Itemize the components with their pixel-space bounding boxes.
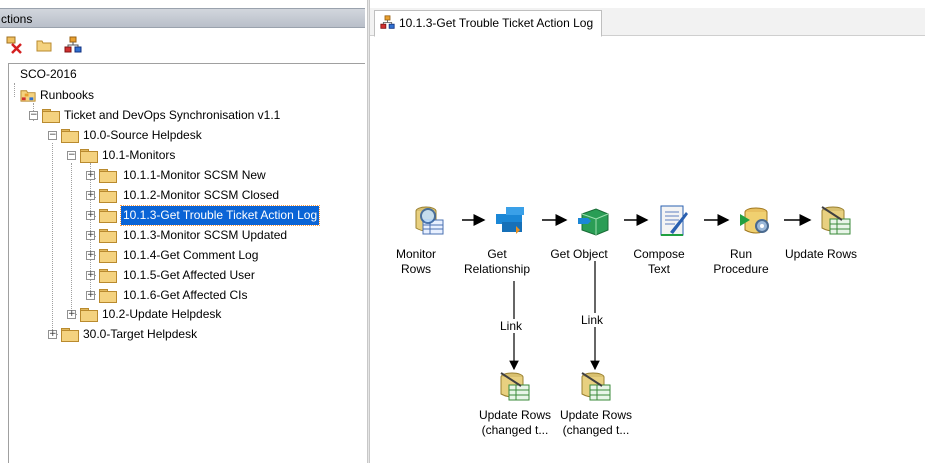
tree-item-label-selected: 10.1.3-Get Trouble Ticket Action Log xyxy=(119,205,321,226)
tab-strip: 10.1.3-Get Trouble Ticket Action Log xyxy=(370,8,925,37)
tree-item-monitors[interactable]: − 10.1-Monitors xyxy=(0,146,360,165)
expand-icon[interactable]: + xyxy=(86,291,95,300)
expand-icon[interactable]: + xyxy=(86,191,95,200)
runbooks-icon xyxy=(20,90,36,102)
runbook-canvas[interactable]: Link Link Monitor Rows Get Relationship … xyxy=(370,36,925,463)
expand-icon[interactable]: + xyxy=(86,211,95,220)
runbook-navigation-panel: ctions SCO-2016 Runbooks − Ticket and De… xyxy=(0,0,367,463)
update-rows-icon xyxy=(581,372,611,401)
link-label: Link xyxy=(581,313,604,327)
expand-icon[interactable]: + xyxy=(86,231,95,240)
tree-item-get-trouble-ticket-action-log[interactable]: + 10.1.3-Get Trouble Ticket Action Log xyxy=(0,205,360,226)
tree-item-label: Ticket and DevOps Synchronisation v1.1 xyxy=(64,108,281,122)
collapse-icon[interactable]: − xyxy=(29,111,38,120)
compose-text-icon xyxy=(660,205,688,236)
folder-icon xyxy=(99,289,117,303)
tree-item-update-helpdesk[interactable]: + 10.2-Update Helpdesk xyxy=(0,305,360,324)
expand-icon[interactable]: + xyxy=(86,251,95,260)
expand-icon[interactable]: + xyxy=(48,330,57,339)
folder-icon xyxy=(42,109,60,123)
tree-item-label: 10.1.5-Get Affected User xyxy=(123,268,255,282)
tree-item-label: 10.1.6-Get Affected CIs xyxy=(123,288,248,302)
tree-item-runbooks[interactable]: Runbooks xyxy=(0,86,360,105)
folder-icon xyxy=(80,149,98,163)
run-procedure-icon xyxy=(740,207,769,234)
tree-item-label: 10.1-Monitors xyxy=(102,148,176,162)
activity-update-rows[interactable]: Update Rows xyxy=(785,200,894,270)
folder-icon xyxy=(99,169,117,183)
toolbar xyxy=(0,33,365,59)
folder-icon xyxy=(99,269,117,283)
tree-item-label: 10.1.1-Monitor SCSM New xyxy=(123,168,266,182)
tree-item-label: 10.0-Source Helpdesk xyxy=(83,128,202,142)
tree-item-label: 30.0-Target Helpdesk xyxy=(83,327,198,341)
activity-label: Update Rows (changed t... xyxy=(559,408,633,437)
collapse-icon[interactable]: − xyxy=(48,131,57,140)
panel-header: ctions xyxy=(0,8,365,28)
tree-item-get-affected-user[interactable]: + 10.1.5-Get Affected User xyxy=(0,266,360,285)
tab-runbook[interactable]: 10.1.3-Get Trouble Ticket Action Log xyxy=(374,10,603,37)
tree-item-label: 10.2-Update Helpdesk xyxy=(102,307,222,321)
folder-icon xyxy=(61,129,79,143)
folder-icon xyxy=(80,308,98,322)
expand-icon[interactable]: + xyxy=(86,171,95,180)
update-rows-icon xyxy=(500,372,530,401)
folder-icon xyxy=(99,209,117,223)
tree-item-ticket-devops-sync[interactable]: − Ticket and DevOps Synchronisation v1.1 xyxy=(0,106,360,125)
tree-item-monitor-scsm-closed[interactable]: + 10.1.2-Monitor SCSM Closed xyxy=(0,186,360,205)
folder-icon xyxy=(99,229,117,243)
delete-runbook-icon[interactable] xyxy=(6,36,24,54)
activity-label: Update Rows xyxy=(784,247,858,261)
update-rows-icon xyxy=(821,206,851,235)
tab-label: 10.1.3-Get Trouble Ticket Action Log xyxy=(399,16,594,30)
tree-item-label: SCO-2016 xyxy=(20,67,77,81)
tree-item-get-comment-log[interactable]: + 10.1.4-Get Comment Log xyxy=(0,246,360,265)
tree-item-label: 10.1.2-Monitor SCSM Closed xyxy=(123,188,280,202)
monitor-rows-icon xyxy=(415,206,444,235)
expand-icon[interactable]: + xyxy=(86,271,95,280)
tree-item-label: 10.1.4-Get Comment Log xyxy=(123,248,259,262)
link-label: Link xyxy=(500,319,523,333)
tree-item-sco-2016[interactable]: SCO-2016 xyxy=(0,65,360,84)
expand-icon[interactable]: + xyxy=(67,310,76,319)
tree-item-source-helpdesk[interactable]: − 10.0-Source Helpdesk xyxy=(0,126,360,145)
activity-update-rows-changed-2[interactable]: Update Rows (changed t... xyxy=(556,362,652,442)
tree-item-monitor-scsm-updated[interactable]: + 10.1.3-Monitor SCSM Updated xyxy=(0,226,360,245)
get-object-icon xyxy=(578,208,609,236)
tree-item-get-affected-cis[interactable]: + 10.1.6-Get Affected CIs xyxy=(0,286,360,305)
folder-icon xyxy=(99,249,117,263)
runbook-icon[interactable] xyxy=(64,36,82,54)
folder-icon xyxy=(61,328,79,342)
tree-item-label: Runbooks xyxy=(40,88,95,102)
tree-item-target-helpdesk[interactable]: + 30.0-Target Helpdesk xyxy=(0,325,360,344)
runbook-designer-panel: 10.1.3-Get Trouble Ticket Action Log Lin… xyxy=(370,0,925,463)
get-relationship-icon xyxy=(496,207,524,234)
tree-item-label: 10.1.3-Monitor SCSM Updated xyxy=(123,228,288,242)
collapse-icon[interactable]: − xyxy=(67,151,76,160)
folder-icon xyxy=(99,189,117,203)
new-folder-icon[interactable] xyxy=(35,36,53,54)
runbook-icon xyxy=(380,15,395,29)
tree-item-monitor-scsm-new[interactable]: + 10.1.1-Monitor SCSM New xyxy=(0,166,360,185)
